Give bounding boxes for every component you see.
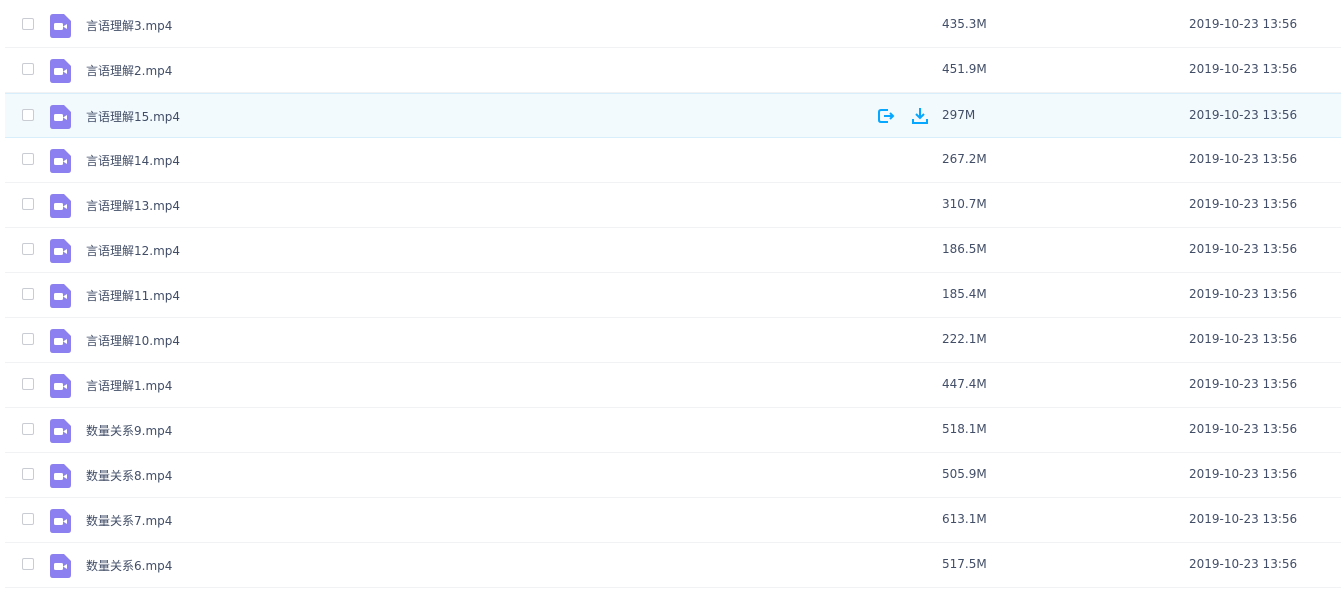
file-name[interactable]: 言语理解2.mp4: [86, 62, 172, 79]
file-date: 2019-10-23 13:56: [1189, 512, 1298, 526]
file-name[interactable]: 言语理解15.mp4: [86, 108, 180, 125]
file-date: 2019-10-23 13:56: [1189, 332, 1298, 346]
file-size: 451.9M: [942, 62, 987, 76]
row-checkbox[interactable]: [22, 153, 34, 165]
file-row[interactable]: 言语理解2.mp4 451.9M 2019-10-23 13:56: [5, 48, 1341, 93]
row-checkbox[interactable]: [22, 198, 34, 210]
file-size: 297M: [942, 108, 976, 122]
file-date: 2019-10-23 13:56: [1189, 108, 1298, 122]
row-checkbox[interactable]: [22, 333, 34, 345]
row-actions: [876, 106, 930, 126]
file-name[interactable]: 言语理解10.mp4: [86, 332, 180, 349]
file-name[interactable]: 数量关系9.mp4: [86, 422, 172, 439]
file-size: 222.1M: [942, 332, 987, 346]
row-checkbox[interactable]: [22, 558, 34, 570]
file-size: 505.9M: [942, 467, 987, 481]
file-name[interactable]: 言语理解3.mp4: [86, 17, 172, 34]
file-size: 185.4M: [942, 287, 987, 301]
file-name[interactable]: 言语理解11.mp4: [86, 287, 180, 304]
video-file-icon: [50, 419, 71, 443]
file-row[interactable]: 言语理解3.mp4 435.3M 2019-10-23 13:56: [5, 3, 1341, 48]
video-file-icon: [50, 14, 71, 38]
file-date: 2019-10-23 13:56: [1189, 557, 1298, 571]
row-checkbox[interactable]: [22, 109, 34, 121]
row-checkbox[interactable]: [22, 288, 34, 300]
file-name[interactable]: 言语理解13.mp4: [86, 197, 180, 214]
file-row[interactable]: 言语理解15.mp4 297M 2019-10-23 13:56: [5, 93, 1341, 138]
file-row[interactable]: 数量关系6.mp4 517.5M 2019-10-23 13:56: [5, 543, 1341, 588]
file-date: 2019-10-23 13:56: [1189, 17, 1298, 31]
file-row[interactable]: 数量关系8.mp4 505.9M 2019-10-23 13:56: [5, 453, 1341, 498]
file-size: 517.5M: [942, 557, 987, 571]
file-name[interactable]: 言语理解12.mp4: [86, 242, 180, 259]
file-date: 2019-10-23 13:56: [1189, 422, 1298, 436]
file-name[interactable]: 言语理解14.mp4: [86, 152, 180, 169]
file-date: 2019-10-23 13:56: [1189, 197, 1298, 211]
file-date: 2019-10-23 13:56: [1189, 377, 1298, 391]
video-file-icon: [50, 329, 71, 353]
video-file-icon: [50, 105, 71, 129]
file-row[interactable]: 数量关系7.mp4 613.1M 2019-10-23 13:56: [5, 498, 1341, 543]
file-row[interactable]: 言语理解10.mp4 222.1M 2019-10-23 13:56: [5, 318, 1341, 363]
row-checkbox[interactable]: [22, 513, 34, 525]
file-name[interactable]: 数量关系8.mp4: [86, 467, 172, 484]
row-checkbox[interactable]: [22, 423, 34, 435]
row-checkbox[interactable]: [22, 243, 34, 255]
row-checkbox[interactable]: [22, 63, 34, 75]
file-row[interactable]: 言语理解13.mp4 310.7M 2019-10-23 13:56: [5, 183, 1341, 228]
file-row[interactable]: 言语理解1.mp4 447.4M 2019-10-23 13:56: [5, 363, 1341, 408]
file-date: 2019-10-23 13:56: [1189, 62, 1298, 76]
file-date: 2019-10-23 13:56: [1189, 467, 1298, 481]
file-size: 435.3M: [942, 17, 987, 31]
share-export-icon[interactable]: [876, 106, 896, 126]
video-file-icon: [50, 149, 71, 173]
file-row[interactable]: 言语理解12.mp4 186.5M 2019-10-23 13:56: [5, 228, 1341, 273]
video-file-icon: [50, 509, 71, 533]
row-checkbox[interactable]: [22, 468, 34, 480]
file-date: 2019-10-23 13:56: [1189, 242, 1298, 256]
video-file-icon: [50, 194, 71, 218]
file-date: 2019-10-23 13:56: [1189, 287, 1298, 301]
file-row[interactable]: 言语理解11.mp4 185.4M 2019-10-23 13:56: [5, 273, 1341, 318]
video-file-icon: [50, 239, 71, 263]
file-list: 言语理解3.mp4 435.3M 2019-10-23 13:56 言语理解2.mp4…: [5, 3, 1341, 588]
file-size: 613.1M: [942, 512, 987, 526]
file-name[interactable]: 数量关系6.mp4: [86, 557, 172, 574]
video-file-icon: [50, 374, 71, 398]
video-file-icon: [50, 59, 71, 83]
file-size: 310.7M: [942, 197, 987, 211]
download-icon[interactable]: [910, 106, 930, 126]
video-file-icon: [50, 464, 71, 488]
file-size: 267.2M: [942, 152, 987, 166]
file-row[interactable]: 数量关系9.mp4 518.1M 2019-10-23 13:56: [5, 408, 1341, 453]
video-file-icon: [50, 554, 71, 578]
video-file-icon: [50, 284, 71, 308]
row-checkbox[interactable]: [22, 378, 34, 390]
file-date: 2019-10-23 13:56: [1189, 152, 1298, 166]
file-name[interactable]: 言语理解1.mp4: [86, 377, 172, 394]
file-size: 447.4M: [942, 377, 987, 391]
row-checkbox[interactable]: [22, 18, 34, 30]
file-row[interactable]: 言语理解14.mp4 267.2M 2019-10-23 13:56: [5, 138, 1341, 183]
file-name[interactable]: 数量关系7.mp4: [86, 512, 172, 529]
file-size: 186.5M: [942, 242, 987, 256]
file-size: 518.1M: [942, 422, 987, 436]
